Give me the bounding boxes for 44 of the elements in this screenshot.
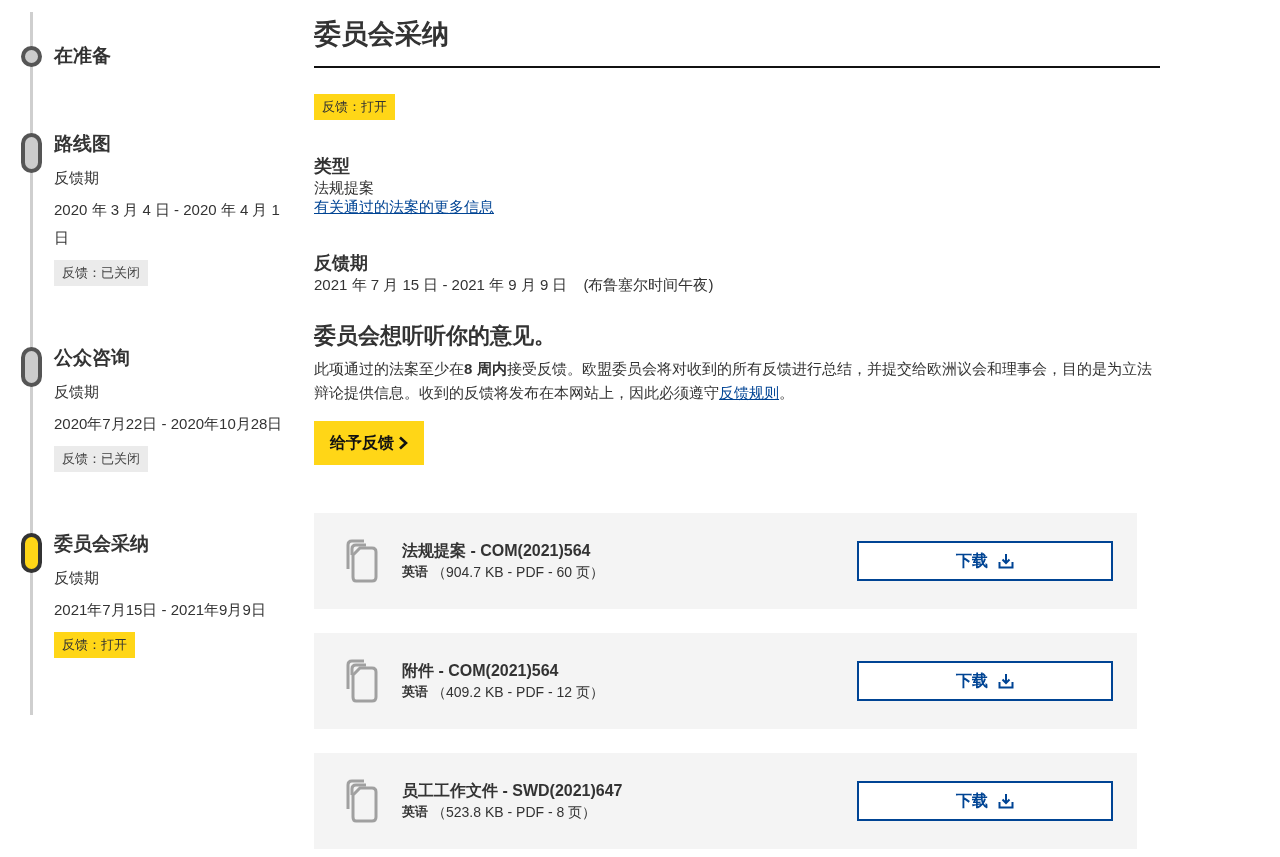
info-link[interactable]: 有关通过的法案的更多信息	[314, 198, 494, 215]
stage-label: 反馈期	[54, 568, 100, 588]
status-badge: 反馈：打开	[54, 632, 135, 658]
rules-link[interactable]: 反馈规则	[719, 384, 779, 401]
period-dates: 2021 年 7 月 15 日 - 2021 年 9 月 9 日	[314, 275, 568, 295]
download-button[interactable]: 下载	[857, 541, 1113, 581]
stage-title: 委员会采纳	[54, 532, 150, 556]
stage-title: 在准备	[54, 44, 112, 68]
download-button[interactable]: 下载	[857, 661, 1113, 701]
download-button[interactable]: 下载	[857, 781, 1113, 821]
download-icon	[998, 673, 1014, 689]
document-language: 英语	[402, 803, 428, 821]
documents-icon	[344, 539, 380, 583]
stage-dates: 2020 年 3 月 4 日 - 2020 年 4 月 1 日	[54, 200, 281, 248]
document-title: 员工工作文件 - SWD(2021)647	[402, 781, 624, 801]
page-title: 委员会采纳	[314, 16, 1160, 68]
documents-icon	[344, 779, 380, 823]
document-details: （904.7 KB - PDF - 60 页）	[432, 563, 604, 582]
status-badge: 反馈：已关闭	[54, 260, 148, 286]
document-title: 法规提案 - COM(2021)564	[402, 541, 592, 561]
document-language: 英语	[402, 683, 428, 701]
stage-title: 公众咨询	[54, 346, 131, 370]
document-title: 附件 - COM(2021)564	[402, 661, 560, 681]
intro-paragraph: 此项通过的法案至少在8 周内接受反馈。欧盟委员会将对收到的所有反馈进行总结，并提交给欧洲议会和理事会，目的是为立法辩论提供信息。收到的反馈将发布在本网站上，因此必须遵守反馈规则。	[314, 359, 1153, 403]
stage-dates: 2021年7月15日 - 2021年9月9日	[54, 600, 267, 620]
download-icon	[998, 793, 1014, 809]
stage-label: 反馈期	[54, 382, 100, 402]
status-badge: 反馈：已关闭	[54, 446, 148, 472]
stage-title: 路线图	[54, 132, 112, 156]
documents-icon	[344, 659, 380, 703]
section-heading: 委员会想听听你的意见。	[314, 322, 557, 350]
timezone-note: (布鲁塞尔时间午夜)	[583, 275, 714, 295]
section-heading: 类型	[314, 155, 351, 178]
feedback-button[interactable]: 给予反馈	[314, 421, 424, 465]
document-details: （523.8 KB - PDF - 8 页）	[432, 803, 597, 822]
stage-dates: 2020年7月22日 - 2020年10月28日	[54, 414, 284, 434]
download-icon	[998, 553, 1014, 569]
document-details: （409.2 KB - PDF - 12 页）	[432, 683, 604, 702]
section-heading: 反馈期	[314, 252, 369, 275]
stage-label: 反馈期	[54, 168, 100, 188]
type-value: 法规提案	[314, 178, 375, 198]
status-badge: 反馈：打开	[314, 94, 395, 120]
document-language: 英语	[402, 563, 428, 581]
chevron-icon	[398, 436, 408, 450]
